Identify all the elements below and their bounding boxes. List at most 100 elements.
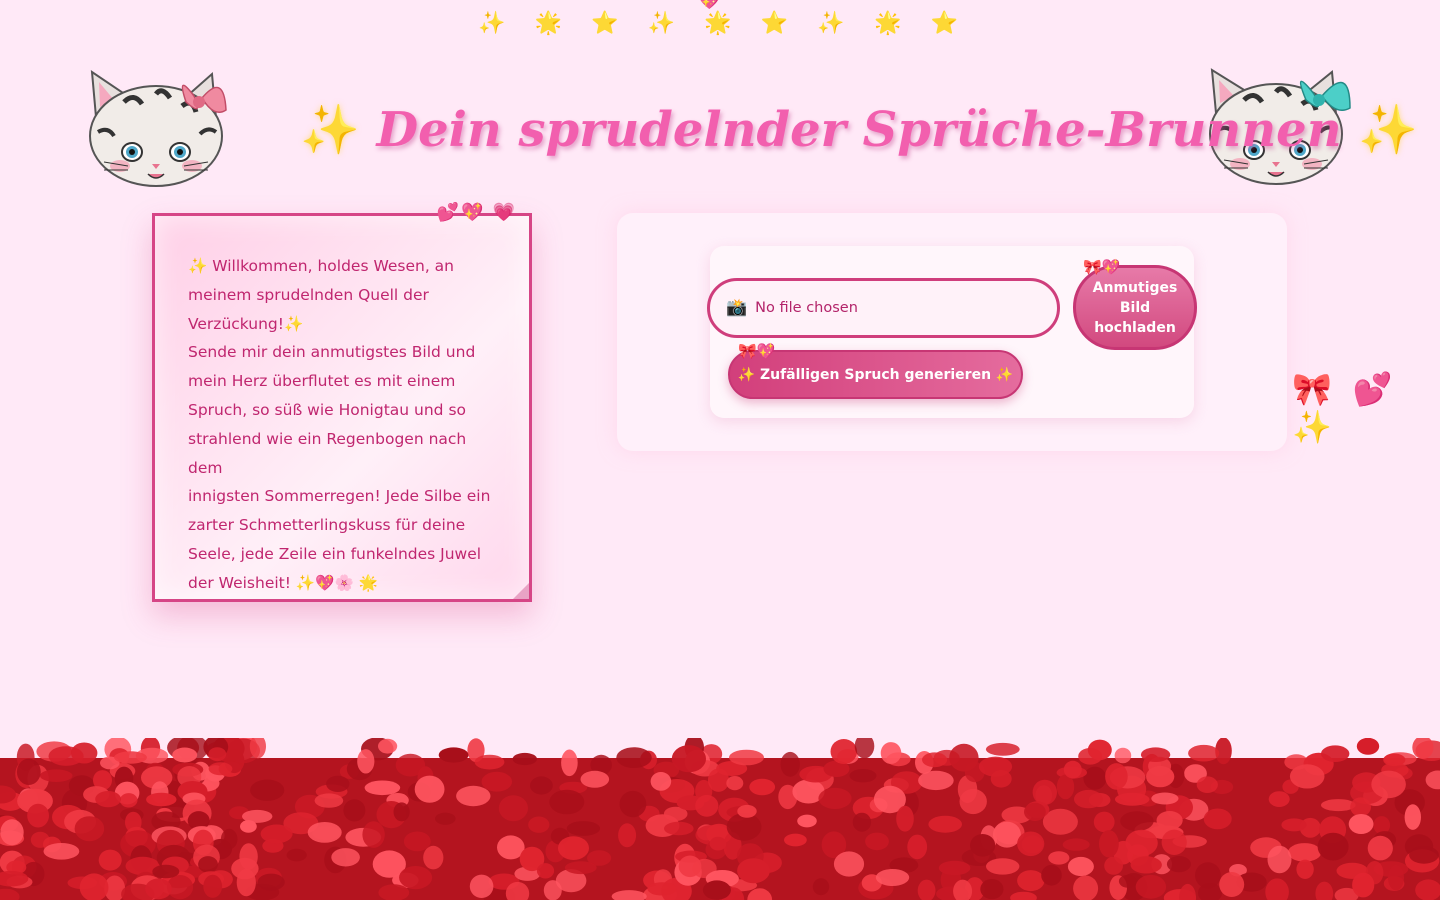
bow-heart-icon: 🎀💖	[738, 343, 776, 360]
rose-petal	[145, 878, 172, 900]
rose-petal	[1356, 738, 1380, 755]
rose-petal	[438, 747, 469, 763]
rose-petal	[1087, 739, 1112, 761]
rose-petal	[992, 821, 1021, 848]
rose-petal	[990, 770, 1012, 788]
glowing-star-icon: 🌟	[534, 10, 562, 35]
rose-petal	[242, 809, 273, 823]
rose-petal	[152, 864, 180, 879]
rose-petal	[1350, 797, 1371, 817]
rose-petal	[0, 819, 24, 846]
rose-petal	[1195, 862, 1221, 889]
rose-petal	[959, 788, 987, 815]
rose-petal	[98, 849, 122, 871]
rose-petal	[737, 804, 757, 818]
rose-petal	[709, 836, 727, 851]
rose-petal	[1203, 808, 1232, 830]
rose-petal	[1093, 811, 1115, 833]
rose-petal	[1114, 792, 1150, 806]
sparkle-icon: ✨	[647, 10, 676, 35]
rose-petal	[1287, 843, 1322, 862]
rose-petal	[1104, 856, 1123, 875]
upload-image-button[interactable]: Anmutiges Bild hochladen	[1073, 265, 1197, 350]
welcome-line: mein Herz überflutet es mit einem	[188, 372, 456, 391]
rose-petal	[618, 823, 637, 848]
welcome-line: zarter Schmetterlingskuss für deine	[188, 516, 466, 535]
rose-petal	[1161, 829, 1187, 855]
star-icon: ⭐	[591, 10, 619, 35]
rose-petal	[364, 780, 401, 796]
rose-petal	[1166, 856, 1191, 873]
rose-petal	[1017, 831, 1045, 857]
rose-petal	[74, 816, 105, 842]
star-icon: ⭐	[930, 10, 958, 35]
rose-petal	[619, 790, 647, 818]
rose-petal	[399, 866, 433, 890]
rose-petal	[1032, 779, 1058, 805]
rose-petal	[16, 758, 41, 785]
glowing-star-icon: 🌟	[704, 10, 732, 35]
rose-petal	[1125, 829, 1158, 857]
rose-petal	[1371, 770, 1406, 799]
rose-petal	[928, 815, 962, 833]
welcome-line: Seele, jede Zeile ein funkelndes Juwel	[188, 544, 482, 563]
rose-petal	[922, 752, 948, 768]
bow-hearts-sparkle-decoration: 🎀 💕 ✨	[1292, 371, 1399, 445]
rose-petals-border-image	[0, 738, 1440, 900]
rose-petal	[1296, 859, 1314, 879]
rose-petal	[331, 848, 360, 867]
rose-petal	[474, 754, 505, 770]
rose-petal	[208, 762, 233, 776]
rose-petal	[1083, 766, 1107, 790]
rose-petal	[986, 858, 1020, 875]
rose-petal	[664, 821, 694, 836]
camera-icon: 📸	[726, 298, 748, 318]
rose-petal	[172, 747, 198, 763]
rose-petal	[1067, 856, 1094, 877]
rose-petal	[830, 739, 858, 764]
rose-petal	[362, 821, 385, 848]
rose-petal	[469, 874, 494, 898]
star-icon: ⭐	[760, 10, 789, 35]
rose-petal	[1118, 874, 1137, 888]
rose-petal	[980, 879, 1004, 900]
welcome-line: der Weisheit! ✨💖🌸 🌟	[188, 573, 379, 592]
rose-petal	[236, 868, 256, 897]
rose-petal	[435, 812, 456, 825]
rose-petal	[1114, 747, 1132, 764]
rose-petal	[726, 776, 744, 791]
rose-petal	[852, 812, 872, 832]
rose-petal	[1409, 846, 1439, 864]
rose-petal	[260, 824, 293, 844]
rose-petal	[558, 836, 589, 860]
rose-petal	[536, 863, 555, 879]
rose-petal	[1062, 838, 1090, 851]
rose-petal	[39, 769, 73, 782]
rose-petal	[1041, 864, 1062, 886]
rose-petal	[1048, 851, 1070, 865]
sparkle-icon: ✨	[478, 10, 506, 35]
rose-petal	[647, 882, 677, 896]
rose-petal	[780, 751, 800, 777]
glowing-star-icon: 🌟	[873, 10, 902, 35]
rose-petal	[481, 771, 513, 792]
rose-petal	[1388, 864, 1404, 891]
rose-petal	[357, 749, 375, 774]
rose-petal	[403, 831, 431, 852]
rose-petal	[1289, 764, 1325, 789]
rose-petal	[749, 778, 776, 796]
page-title-text: Dein sprudelnder Sprüche-Brunnen	[376, 102, 1342, 158]
rose-petal	[671, 745, 707, 773]
welcome-line: innigsten Sommerregen! Jede Silbe ein	[188, 487, 491, 506]
rose-petal	[702, 880, 731, 900]
rose-petal	[71, 742, 98, 764]
rose-petal	[1063, 760, 1082, 779]
rose-petal	[1151, 792, 1179, 805]
rose-petal	[239, 843, 258, 870]
rose-petal	[818, 787, 852, 809]
file-input[interactable]: 📸 No file chosen	[707, 278, 1060, 338]
rose-petal	[1099, 830, 1119, 858]
rose-petal	[1348, 814, 1374, 834]
rose-petal	[250, 779, 285, 801]
rose-petal	[797, 814, 817, 828]
